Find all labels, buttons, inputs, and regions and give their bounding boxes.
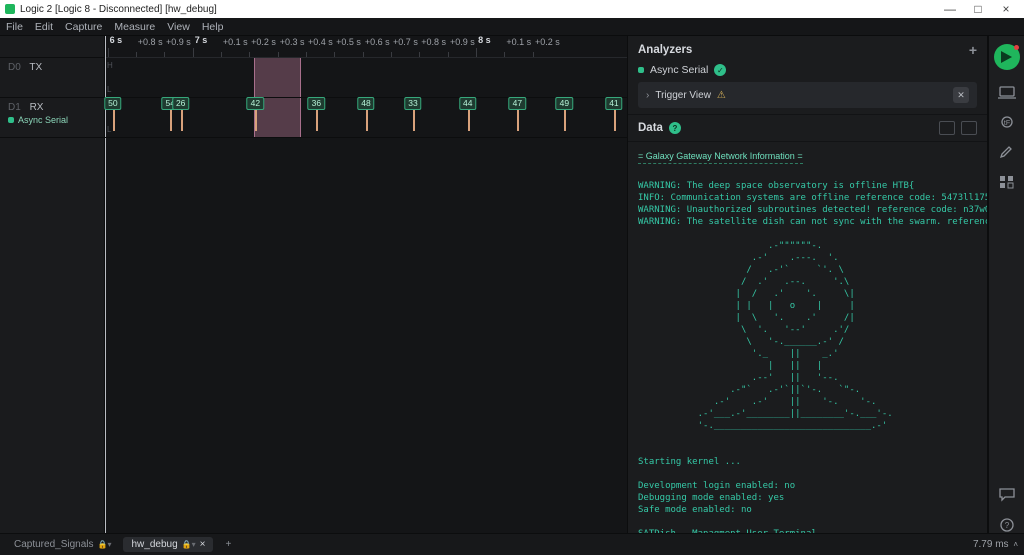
svg-text:?: ? (1004, 521, 1009, 530)
data-info-badge[interactable]: ? (669, 122, 681, 134)
new-session-button[interactable]: + (217, 537, 239, 552)
edit-icon[interactable] (998, 144, 1016, 160)
trigger-view-row[interactable]: › Trigger View ⚠ ✕ (638, 82, 977, 108)
add-analyzer-button[interactable]: + (969, 42, 977, 58)
device-icon[interactable] (998, 84, 1016, 100)
decoded-byte[interactable]: 36 (308, 97, 325, 110)
waveform-viewport[interactable]: 6 s+0.8 s+0.9 s7 s+0.1 s+0.2 s+0.3 s+0.4… (105, 36, 628, 533)
channel-analyzer-tag: Async Serial (8, 115, 96, 125)
menu-capture[interactable]: Capture (65, 21, 102, 33)
chat-icon[interactable] (998, 487, 1016, 503)
decoded-byte[interactable]: 26 (172, 97, 189, 110)
extensions-icon[interactable] (998, 174, 1016, 190)
warning-icon: ⚠ (717, 90, 726, 101)
menubar: File Edit Capture Measure View Help (0, 18, 1024, 36)
lock-icon: 🔒▾ (182, 540, 196, 549)
decoded-byte[interactable]: 41 (605, 97, 622, 110)
caret-up-icon[interactable]: ˄ (1013, 540, 1018, 549)
icon-rail: tF ? (988, 36, 1024, 533)
decoded-byte[interactable]: 49 (556, 97, 573, 110)
maximize-button[interactable]: □ (964, 2, 992, 16)
status-time: 7.79 ms (973, 539, 1009, 550)
menu-measure[interactable]: Measure (114, 21, 155, 33)
channel-tx[interactable]: D0 TX (0, 58, 104, 98)
time-ruler[interactable]: 6 s+0.8 s+0.9 s7 s+0.1 s+0.2 s+0.3 s+0.4… (105, 36, 627, 58)
channel-label: RX (30, 102, 44, 113)
window-titlebar: Logic 2 [Logic 8 - Disconnected] [hw_deb… (0, 0, 1024, 18)
trigger-view-label: Trigger View (655, 90, 711, 101)
terminal-view-icon[interactable] (961, 121, 977, 135)
bottom-bar: Captured_Signals 🔒▾ hw_debug 🔒▾ × + 7.79… (0, 533, 1024, 555)
measurements-icon[interactable]: tF (998, 114, 1016, 130)
table-view-icon[interactable] (939, 121, 955, 135)
session-tab-hw-debug[interactable]: hw_debug 🔒▾ × (123, 537, 213, 552)
trigger-close-button[interactable]: ✕ (953, 87, 969, 103)
session-tab-captured-signals[interactable]: Captured_Signals 🔒▾ (6, 537, 119, 552)
decoded-byte[interactable]: 47 (509, 97, 526, 110)
tab-close-button[interactable]: × (200, 539, 206, 550)
decoded-byte[interactable]: 50 (104, 97, 121, 110)
decoded-byte[interactable]: 33 (404, 97, 421, 110)
app-icon (4, 3, 16, 15)
side-panel: Analyzers + Async Serial ✓ › Trigger Vie… (628, 36, 988, 533)
minimize-button[interactable]: — (936, 2, 964, 16)
menu-file[interactable]: File (6, 21, 23, 33)
chevron-right-icon: › (646, 90, 649, 101)
close-button[interactable]: × (992, 2, 1020, 16)
help-icon[interactable]: ? (998, 517, 1016, 533)
data-terminal[interactable]: = Galaxy Gateway Network Information = W… (628, 142, 987, 533)
analyzer-dot-icon (8, 117, 14, 123)
window-title: Logic 2 [Logic 8 - Disconnected] [hw_deb… (20, 4, 217, 15)
svg-text:tF: tF (1003, 120, 1009, 127)
decoded-byte[interactable]: 48 (357, 97, 374, 110)
decoded-byte[interactable]: 44 (459, 97, 476, 110)
menu-edit[interactable]: Edit (35, 21, 53, 33)
start-capture-button[interactable] (994, 44, 1020, 70)
check-icon: ✓ (714, 64, 726, 76)
menu-view[interactable]: View (167, 21, 190, 33)
waveform-row-tx[interactable]: HL (105, 58, 627, 98)
menu-help[interactable]: Help (202, 21, 224, 33)
channel-column: D0 TX D1 RX Async Serial (0, 36, 105, 533)
data-title: Data (638, 122, 663, 134)
analyzers-title: Analyzers (638, 44, 692, 56)
waveform-row-rx[interactable]: HL 5054264236483344474941 (105, 98, 627, 138)
lock-icon: 🔒▾ (98, 540, 112, 549)
analyzer-dot-icon (638, 67, 644, 73)
analyzer-item[interactable]: Async Serial ✓ (638, 64, 977, 76)
decoded-byte[interactable]: 42 (247, 97, 264, 110)
channel-rx[interactable]: D1 RX Async Serial (0, 98, 104, 138)
channel-label: TX (29, 62, 42, 73)
